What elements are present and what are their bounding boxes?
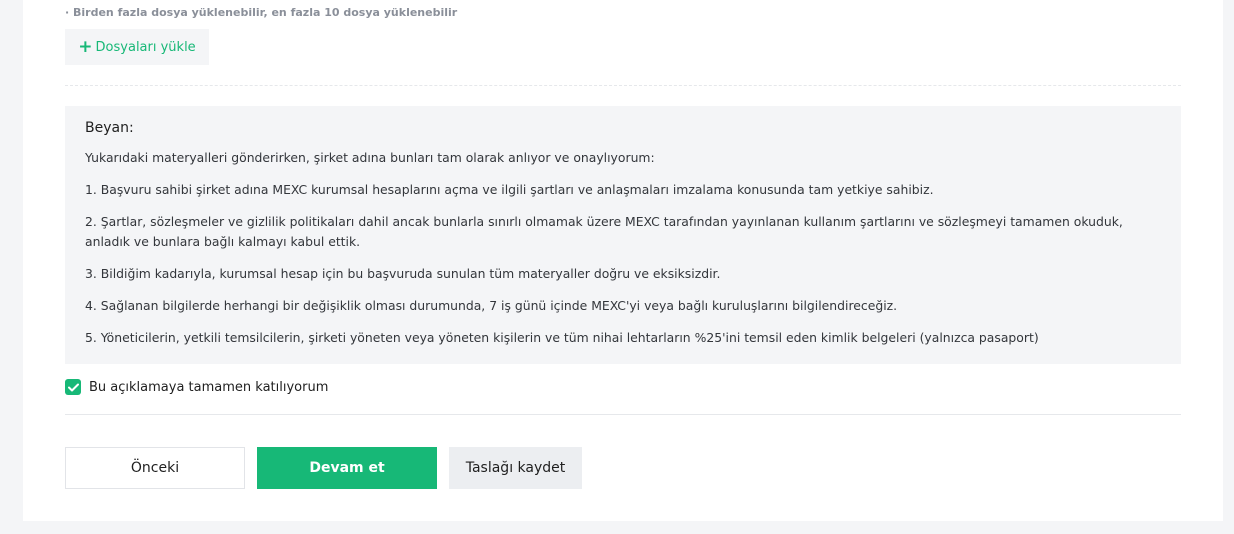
save-draft-button[interactable]: Taslağı kaydet [449, 447, 582, 489]
section-divider [65, 85, 1181, 86]
form-card: · Birden fazla dosya yüklenebilir, en fa… [23, 0, 1223, 521]
declaration-intro: Yukarıdaki materyalleri gönderirken, şir… [85, 150, 655, 165]
declaration-item-3: 3. Bildiğim kadarıyla, kurumsal hesap iç… [85, 266, 721, 281]
actions-divider [65, 414, 1181, 415]
declaration-item-1: 1. Başvuru sahibi şirket adına MEXC kuru… [85, 182, 934, 197]
declaration-panel: Beyan: Yukarıdaki materyalleri gönderirk… [65, 106, 1181, 364]
agreement-checkbox[interactable] [65, 379, 81, 395]
agreement-label: Bu açıklamaya tamamen katılıyorum [89, 379, 329, 395]
declaration-item-4: 4. Sağlanan bilgilerde herhangi bir deği… [85, 298, 898, 313]
declaration-title: Beyan: [85, 120, 134, 136]
previous-button[interactable]: Önceki [65, 447, 245, 489]
upload-hint: · Birden fazla dosya yüklenebilir, en fa… [65, 6, 458, 19]
upload-files-label: Dosyaları yükle [95, 39, 196, 55]
upload-files-button[interactable]: + Dosyaları yükle [65, 29, 209, 65]
declaration-item-2: 2. Şartlar, sözleşmeler ve gizlilik poli… [85, 214, 1123, 249]
agreement-checkbox-row[interactable]: Bu açıklamaya tamamen katılıyorum [65, 378, 328, 396]
continue-button[interactable]: Devam et [257, 447, 437, 489]
plus-icon: + [78, 36, 93, 57]
check-icon [67, 383, 79, 391]
declaration-item-5: 5. Yöneticilerin, yetkili temsilcilerin,… [85, 330, 1039, 345]
